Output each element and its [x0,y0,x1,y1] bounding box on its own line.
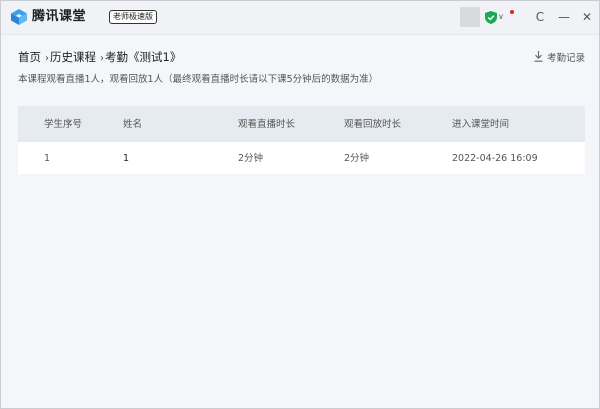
column-header: 观看直播时长 [238,119,296,130]
breadcrumb-history-courses[interactable]: 历史课程 [50,50,96,64]
logo-icon [11,9,27,25]
table-cell: 2022-04-26 16:09 [452,153,538,164]
table-cell: 2分钟 [238,153,264,164]
app-name: 腾讯课堂 [32,9,87,24]
table-cell: 2分钟 [344,153,370,164]
breadcrumb-current: 考勤《测试1》 [105,50,182,64]
table-header: 学生序号 姓名 观看直播时长 观看回放时长 进入课堂时间 [18,106,585,142]
column-header: 进入课堂时间 [452,119,510,130]
column-header: 观看回放时长 [344,119,402,130]
download-icon [534,51,543,62]
edition-badge: 老师极速版 [109,10,157,24]
table-row: 1 1 2分钟 2分钟 2022-04-26 16:09 [18,142,585,174]
column-header: 学生序号 [44,119,83,130]
app-window: 腾讯课堂 老师极速版 ∨ C — ✕ 首页 ›历史课程 ›考勤《测试1》 考勤记录 … [0,0,600,409]
avatar[interactable] [460,7,480,27]
close-button[interactable]: ✕ [577,7,597,27]
breadcrumb-separator: › [100,53,104,64]
refresh-button[interactable]: C [530,7,550,27]
breadcrumb: 首页 ›历史课程 ›考勤《测试1》 [18,49,181,67]
chevron-down-icon[interactable]: ∨ [498,9,504,25]
breadcrumb-separator: › [45,53,49,64]
shield-icon[interactable] [485,11,497,24]
attendance-table: 学生序号 姓名 观看直播时长 观看回放时长 进入课堂时间 1 1 2分钟 2分钟… [18,106,585,174]
notification-dot [510,10,514,14]
table-cell: 1 [44,153,51,164]
minimize-button[interactable]: — [554,7,574,27]
title-bar: 腾讯课堂 老师极速版 ∨ C — ✕ [1,1,599,35]
summary-text: 本课程观看直播1人，观看回放1人（最终观看直播时长请以下课5分钟后的数据为准） [18,74,379,85]
attendance-record-label: 考勤记录 [547,53,586,64]
table-cell: 1 [123,153,130,164]
breadcrumb-home[interactable]: 首页 [18,50,41,64]
attendance-record-button[interactable]: 考勤记录 [534,51,585,65]
column-header: 姓名 [123,119,143,130]
